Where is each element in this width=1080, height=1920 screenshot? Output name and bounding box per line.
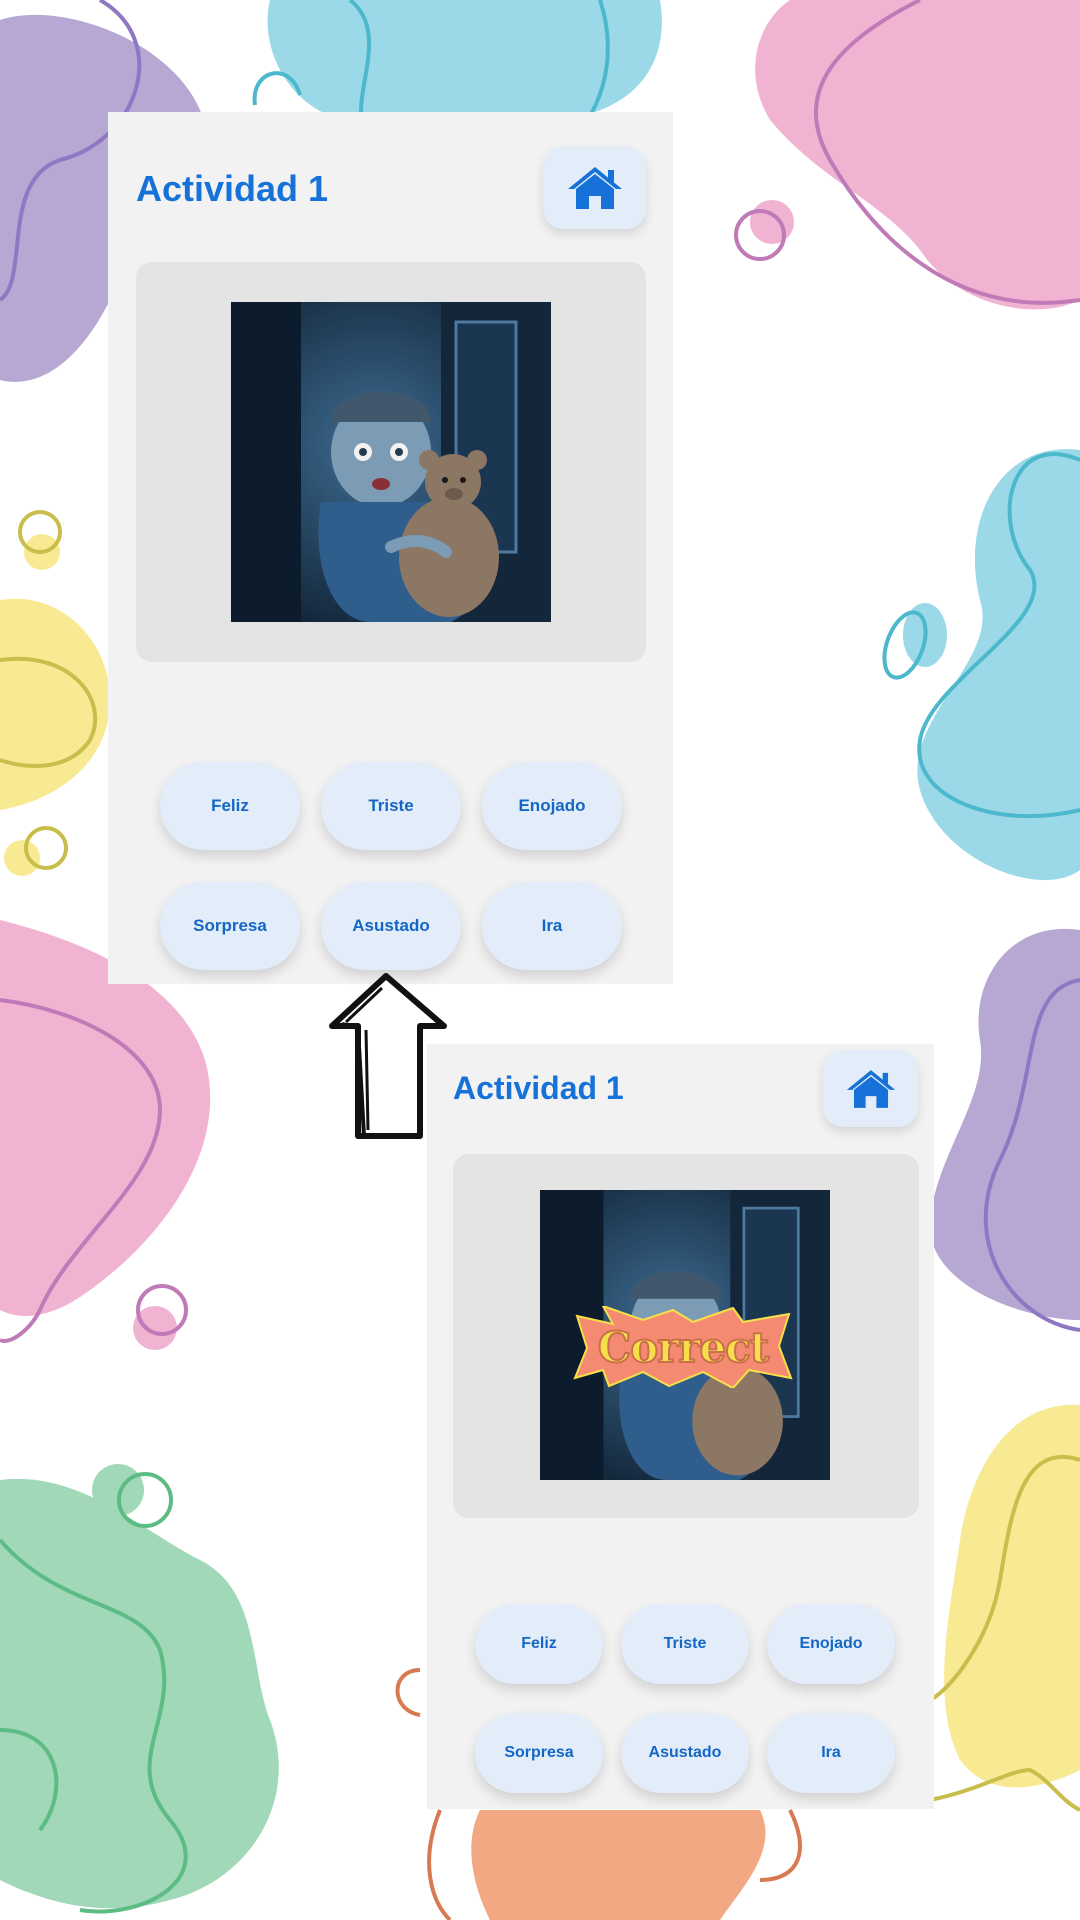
image-card: Correct xyxy=(453,1154,919,1518)
activity-panel: Actividad 1 Feliz Triste Enojado Sorpres… xyxy=(108,112,673,984)
home-button[interactable] xyxy=(543,147,646,229)
option-feliz-button[interactable]: Feliz xyxy=(160,762,300,850)
correct-label: Correct xyxy=(597,1322,770,1373)
option-feliz-button[interactable]: Feliz xyxy=(475,1604,603,1684)
home-icon xyxy=(567,167,622,209)
scared-child-image xyxy=(231,302,551,622)
option-asustado-button[interactable]: Asustado xyxy=(321,882,461,970)
option-sorpresa-button[interactable]: Sorpresa xyxy=(475,1713,603,1793)
activity-panel-answered: Actividad 1 Correct Feliz Triste Enojado… xyxy=(427,1044,934,1809)
option-triste-button[interactable]: Triste xyxy=(621,1604,749,1684)
home-icon xyxy=(846,1069,895,1108)
option-sorpresa-button[interactable]: Sorpresa xyxy=(160,882,300,970)
option-enojado-button[interactable]: Enojado xyxy=(482,762,622,850)
image-card xyxy=(136,262,646,662)
home-button[interactable] xyxy=(823,1050,918,1127)
option-enojado-button[interactable]: Enojado xyxy=(767,1604,895,1684)
option-ira-button[interactable]: Ira xyxy=(767,1713,895,1793)
option-ira-button[interactable]: Ira xyxy=(482,882,622,970)
page-title: Actividad 1 xyxy=(136,168,329,209)
page-title: Actividad 1 xyxy=(453,1070,624,1106)
option-asustado-button[interactable]: Asustado xyxy=(621,1713,749,1793)
option-triste-button[interactable]: Triste xyxy=(321,762,461,850)
correct-feedback-badge: Correct xyxy=(573,1306,793,1388)
